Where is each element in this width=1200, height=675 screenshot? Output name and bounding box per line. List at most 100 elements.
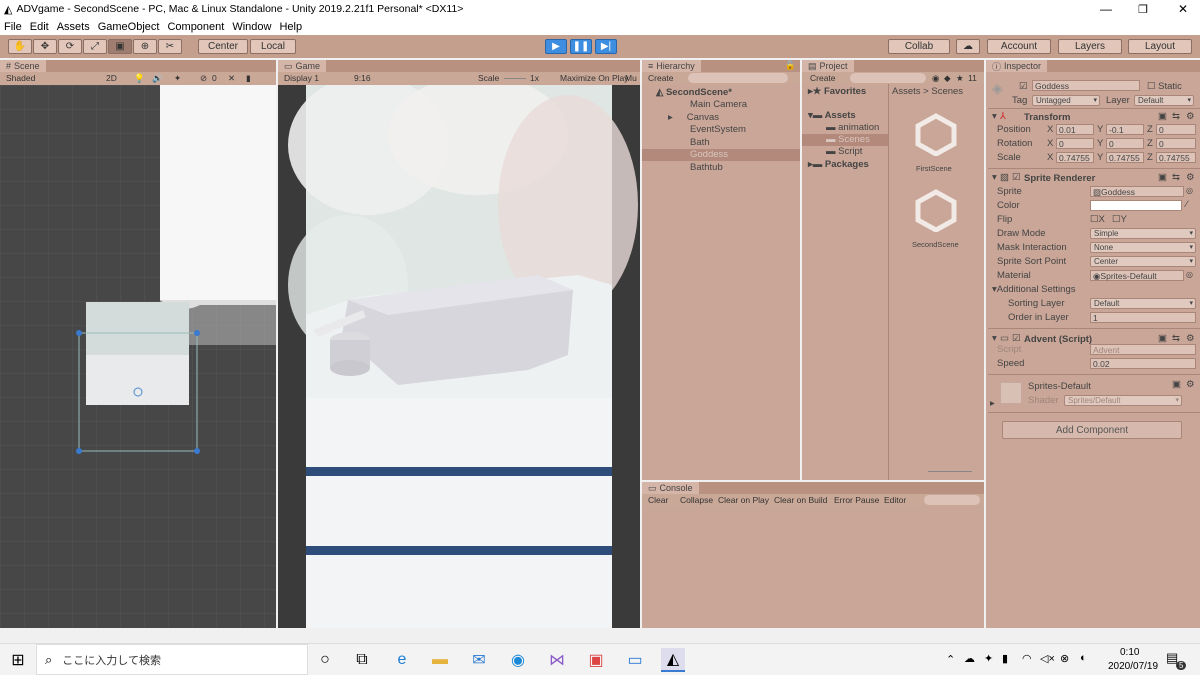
tab-console[interactable]: ▭ Console [642,482,699,494]
assets-node[interactable]: ▾▬ Assets [808,110,856,121]
mail-icon[interactable]: ✉ [467,648,491,672]
scene-asset-first[interactable] [914,112,958,157]
console-clear-button[interactable]: Clear [648,494,668,506]
active-checkbox[interactable]: ☑ [1019,81,1028,92]
ime-icon[interactable]: ◐ [1080,652,1087,664]
sprite-field[interactable]: ▨Goddess [1090,186,1184,197]
draw-mode-dropdown[interactable]: Simple [1090,228,1196,239]
sprite-renderer-enabled-checkbox[interactable]: ☑ [1012,172,1021,183]
task-view-icon[interactable]: ⧉ [350,648,374,672]
hierarchy-scene-root[interactable]: ◭ SecondScene* [656,87,732,98]
hand-tool-icon[interactable]: ✋ [8,39,32,54]
minimize-button[interactable]: — [1100,2,1112,16]
folder-item-selected[interactable]: ▬ Scenes [826,134,870,145]
file-explorer-icon[interactable]: ▬ [428,648,452,672]
static-toggle[interactable]: ☐ Static [1147,81,1182,92]
maximize-button[interactable]: ❐ [1138,3,1148,16]
scale-slider[interactable] [504,78,526,79]
tab-hierarchy[interactable]: ≡ Hierarchy [642,60,701,72]
menu-component[interactable]: Component [167,21,224,33]
speed-field[interactable]: 0.02 [1090,358,1196,369]
2d-toggle[interactable]: 2D [106,72,117,84]
settings-gear-icon[interactable]: ⚙ [1186,172,1195,183]
game-viewport[interactable] [278,75,640,628]
messenger-icon[interactable]: ◉ [506,648,530,672]
wifi-icon[interactable]: ◠ [1022,652,1032,665]
dropbox-icon[interactable]: ✦ [984,652,993,665]
hierarchy-create-dropdown[interactable]: Create [648,72,674,84]
favorites-star-icon[interactable]: ★ [956,72,964,84]
hierarchy-item-selected[interactable]: Goddess [690,149,728,160]
add-component-button[interactable]: Add Component [1002,421,1182,439]
help-icon[interactable]: ▣ [1172,379,1181,390]
hierarchy-item[interactable]: Bath [690,137,710,148]
help-icon[interactable]: ▣ [1158,333,1167,344]
tools-icon[interactable]: ✕ [228,72,235,84]
preset-icon[interactable]: ⇆ [1172,172,1180,183]
account-dropdown[interactable]: Account [987,39,1051,54]
scale-x-field[interactable]: 0.74755 [1056,152,1094,163]
help-icon[interactable]: ▣ [1158,111,1167,122]
tab-scene[interactable]: # Scene [0,60,46,72]
menu-edit[interactable]: Edit [30,21,49,33]
cloud-icon[interactable]: ☁ [956,39,980,54]
menu-file[interactable]: File [4,21,22,33]
edge-browser-icon[interactable]: e [390,648,414,672]
tray-chevron-icon[interactable]: ⌃ [946,653,955,666]
scale-y-field[interactable]: 0.74755 [1106,152,1144,163]
settings-gear-icon[interactable]: ⚙ [1186,379,1195,390]
mask-interaction-dropdown[interactable]: None [1090,242,1196,253]
hierarchy-item[interactable]: Bathtub [690,162,723,173]
material-field[interactable]: ◉Sprites-Default [1090,270,1184,281]
lock-icon[interactable]: 🔒 [785,60,796,71]
layout-dropdown[interactable]: Layout [1128,39,1192,54]
hidden-objects-icon[interactable]: ⊘ [200,72,207,84]
scene-viewport[interactable] [0,85,276,628]
display-dropdown[interactable]: Display 1 [284,72,319,84]
cortana-icon[interactable]: ○ [313,648,337,672]
folder-item[interactable]: ▬ animation [826,122,879,133]
pivot-center-button[interactable]: Center [198,39,248,54]
custom-tool-icon[interactable]: ✂ [158,39,182,54]
position-y-field[interactable]: -0.1 [1106,124,1144,135]
foldout-arrow-icon[interactable]: ▾ [992,333,997,344]
order-in-layer-field[interactable]: 1 [1090,312,1196,323]
menu-gameobject[interactable]: GameObject [98,21,160,33]
scale-z-field[interactable]: 0.74755 [1156,152,1196,163]
advent-enabled-checkbox[interactable]: ☑ [1012,333,1021,344]
object-picker-icon[interactable]: ◎ [1186,270,1193,279]
rotation-z-field[interactable]: 0 [1156,138,1196,149]
preset-icon[interactable]: ⇆ [1172,333,1180,344]
object-name-field[interactable]: Goddess [1032,80,1140,91]
preset-icon[interactable]: ⇆ [1172,111,1180,122]
breadcrumb-leaf[interactable]: Scenes [931,86,963,97]
foldout-arrow-icon[interactable]: ▸ [990,398,995,409]
console-search-input[interactable] [924,495,980,505]
hierarchy-search-input[interactable] [688,73,788,83]
windows-start-icon[interactable]: ⊞ [6,648,30,672]
menu-assets[interactable]: Assets [57,21,90,33]
effects-icon[interactable]: ✦ [174,72,181,84]
console-collapse-button[interactable]: Collapse [680,494,713,506]
office-icon[interactable]: ▣ [584,648,608,672]
help-icon[interactable]: ▣ [1158,172,1167,183]
pivot-local-button[interactable]: Local [250,39,296,54]
sorting-layer-dropdown[interactable]: Default [1090,298,1196,309]
folder-item[interactable]: ▬ Script [826,146,862,157]
status-x-icon[interactable]: ⊗ [1060,652,1069,665]
project-search-input[interactable] [850,73,926,83]
tab-game[interactable]: ▭ Game [278,60,327,72]
breadcrumb-root[interactable]: Assets [892,86,921,97]
clock-time[interactable]: 0:10 [1120,647,1139,658]
rect-tool-icon[interactable]: ▣ [108,39,132,54]
step-button[interactable]: ▶| [595,39,617,54]
filter-type-icon[interactable]: ◉ [932,72,939,84]
network-icon[interactable]: ▮ [1002,652,1008,665]
aspect-dropdown[interactable]: 9:16 [354,72,371,84]
transform-tool-icon[interactable]: ⊕ [133,39,157,54]
console-error-pause-button[interactable]: Error Pause [834,494,879,506]
position-z-field[interactable]: 0 [1156,124,1196,135]
volume-icon[interactable]: ◁× [1040,652,1055,665]
lighting-icon[interactable]: 💡 [134,72,145,84]
filter-label-icon[interactable]: ◆ [944,72,951,84]
